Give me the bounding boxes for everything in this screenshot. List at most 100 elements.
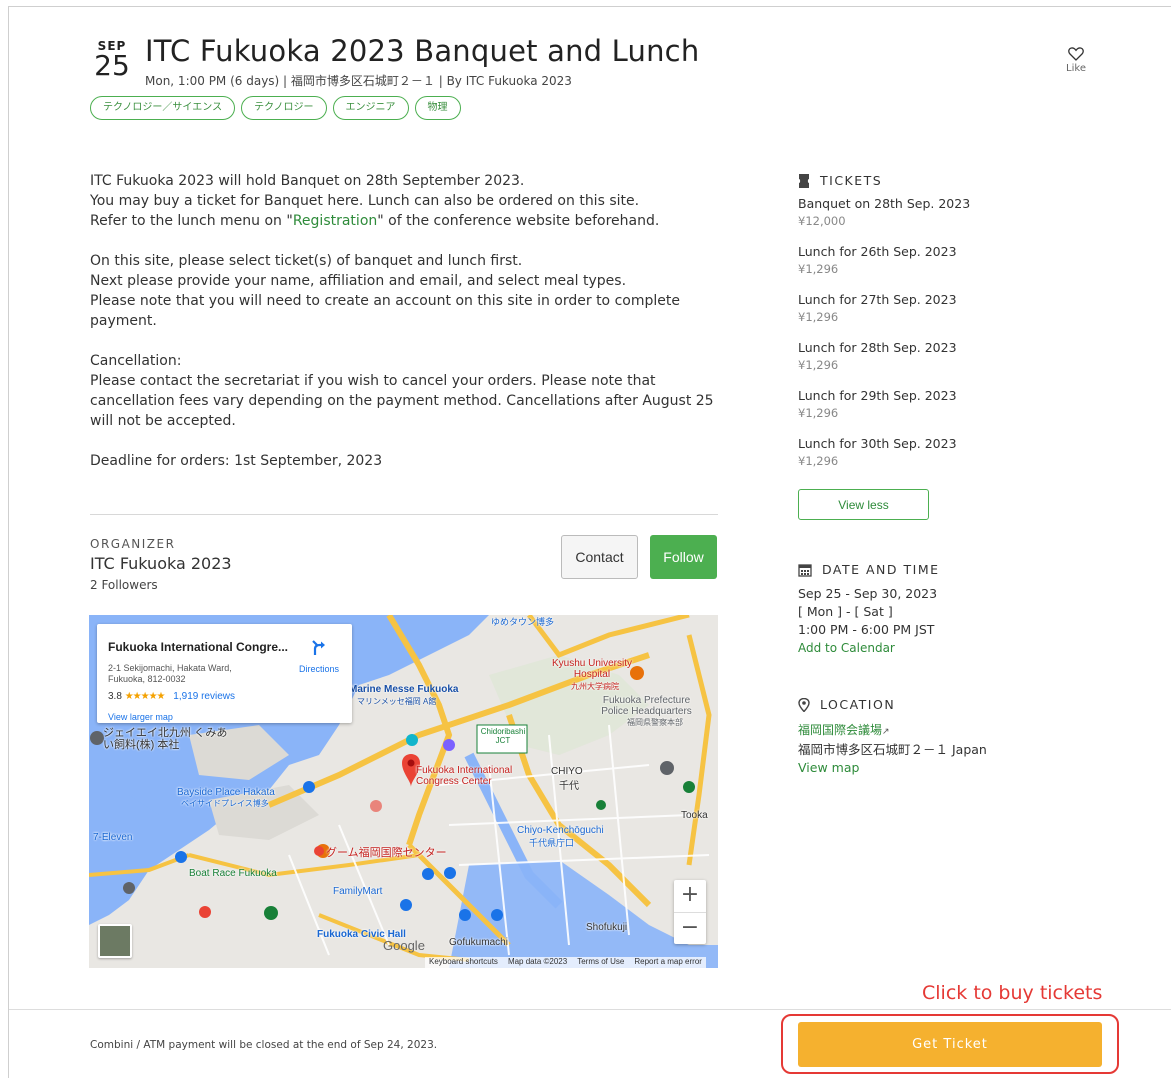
desc-line: Refer to the lunch menu on "	[90, 213, 293, 229]
map-data-text: Map data ©2023	[507, 957, 568, 966]
like-label: Like	[1066, 63, 1086, 74]
directions-icon	[312, 640, 325, 655]
map-label: 千代	[559, 781, 579, 792]
ticket-name: Lunch for 27th Sep. 2023	[798, 292, 957, 307]
map-place-name: Fukuoka International Congre...	[108, 640, 289, 654]
map-zoom-controls: + −	[674, 880, 706, 944]
desc-line: You may buy a ticket for Banquet here. L…	[90, 193, 640, 209]
location-details: 福岡国際会議場↗ 福岡市博多区石城町２－１ Japan View map	[798, 721, 987, 777]
map-label: 九州大学病院	[571, 682, 619, 691]
annotation-text: Click to buy tickets	[922, 982, 1103, 1004]
map-place-card: Fukuoka International Congre... 2-1 Seki…	[97, 624, 352, 723]
map-footer: Keyboard shortcuts Map data ©2023 Terms …	[425, 957, 706, 968]
map-label: Tooka	[681, 810, 708, 821]
map-label: Gofukumachi	[449, 937, 508, 948]
add-to-calendar-link[interactable]: Add to Calendar	[798, 641, 895, 655]
tickets-heading: TICKETS	[798, 173, 882, 188]
map-reviews-link[interactable]: 1,919 reviews	[173, 691, 235, 702]
ticket-price: ¥1,296	[798, 358, 839, 372]
location-heading-label: LOCATION	[820, 697, 896, 712]
zoom-in-button[interactable]: +	[674, 880, 706, 912]
map-label: 7-Eleven	[93, 832, 133, 843]
ticket-item: Lunch for 28th Sep. 2023 ¥1,296	[798, 339, 1038, 373]
location-pin-icon	[798, 697, 810, 712]
footer-divider	[9, 1009, 1171, 1010]
external-link-icon: ↗	[882, 727, 890, 737]
location-heading: LOCATION	[798, 697, 895, 712]
date-badge: SEP 25	[90, 40, 134, 80]
date-day: 25	[94, 49, 130, 82]
organizer-label: ORGANIZER	[90, 537, 176, 551]
ticket-icon	[799, 173, 809, 188]
map-label: Boat Race Fukuoka	[189, 868, 277, 879]
directions-button[interactable]: Directions	[291, 640, 347, 674]
view-map-link[interactable]: View map	[798, 760, 859, 775]
ticket-name: Lunch for 30th Sep. 2023	[798, 436, 957, 451]
map-label: Fukuoka Prefecture Police Headquarters	[601, 695, 692, 717]
google-logo: Google	[383, 938, 425, 953]
tag-list: テクノロジー／サイエンス テクノロジー エンジニア 物理	[90, 96, 461, 120]
desc-line: Please contact the secretariat if you wi…	[90, 373, 714, 429]
day-range: [ Mon ] - [ Sat ]	[798, 604, 893, 619]
ticket-name: Lunch for 26th Sep. 2023	[798, 244, 957, 259]
tickets-heading-label: TICKETS	[820, 173, 883, 188]
desc-line: Please note that you will need to create…	[90, 293, 680, 329]
map-rating: 3.8 ★★★★★ 1,919 reviews	[108, 691, 235, 702]
ticket-item: Banquet on 28th Sep. 2023 ¥12,000	[798, 195, 1038, 229]
ticket-price: ¥12,000	[798, 214, 846, 228]
map-label: Bayside Place Hakata	[177, 787, 275, 798]
embedded-map[interactable]: Marine Messe Fukuoka マリンメッセ福岡 A館 Kyushu …	[89, 615, 718, 968]
heart-icon	[1068, 47, 1084, 61]
get-ticket-button[interactable]: Get Ticket	[798, 1022, 1102, 1067]
ticket-name: Lunch for 29th Sep. 2023	[798, 388, 957, 403]
tag-technology-science[interactable]: テクノロジー／サイエンス	[90, 96, 236, 120]
terms-link[interactable]: Terms of Use	[577, 957, 624, 968]
organizer-name[interactable]: ITC Fukuoka 2023	[90, 554, 232, 573]
map-label: マリンメッセ福岡 A館	[357, 697, 437, 706]
map-label: 千代県庁口	[529, 838, 575, 848]
registration-link[interactable]: Registration	[293, 213, 377, 229]
zoom-out-button[interactable]: −	[674, 913, 706, 945]
ticket-price: ¥1,296	[798, 454, 839, 468]
event-subtitle: Mon, 1:00 PM (6 days) | 福岡市博多区石城町２－１ | B…	[145, 74, 572, 88]
tag-engineer[interactable]: エンジニア	[332, 96, 409, 120]
like-button[interactable]: Like	[1061, 46, 1091, 74]
ticket-item: Lunch for 30th Sep. 2023 ¥1,296	[798, 435, 1038, 469]
directions-label: Directions	[298, 664, 339, 674]
map-label: ジェイエイ北九州 くみあい飼料(株) 本社	[103, 727, 228, 751]
star-icon: ★★★★★	[124, 691, 166, 702]
map-label: CHIYO	[551, 766, 583, 777]
map-label: グーム福岡国際センター	[326, 847, 447, 859]
desc-line: Deadline for orders: 1st September, 2023	[90, 453, 383, 469]
ticket-price: ¥1,296	[798, 262, 839, 276]
map-label: Fukuoka International Congress Center	[416, 765, 513, 787]
map-place-address: 2-1 Sekijomachi, Hakata Ward, Fukuoka, 8…	[108, 663, 232, 684]
payment-note: Combini / ATM payment will be closed at …	[90, 1039, 438, 1051]
organizer-followers: 2 Followers	[90, 578, 158, 592]
map-label: Chidoribashi JCT	[480, 727, 526, 745]
datetime-heading: DATE AND TIME	[798, 562, 940, 577]
divider	[90, 514, 718, 515]
map-rating-value: 3.8	[108, 691, 122, 702]
map-label: Shofukuji	[586, 922, 628, 933]
report-error-link[interactable]: Report a map error	[634, 957, 702, 968]
ticket-price: ¥1,296	[798, 406, 839, 420]
follow-button[interactable]: Follow	[650, 535, 717, 579]
desc-line: On this site, please select ticket(s) of…	[90, 253, 523, 269]
datetime-heading-label: DATE AND TIME	[822, 562, 940, 577]
view-less-button[interactable]: View less	[798, 489, 929, 520]
tag-technology[interactable]: テクノロジー	[241, 96, 327, 120]
map-label: Chiyo-Kenchōguchi	[517, 825, 604, 836]
map-label: 福岡県警察本部	[627, 718, 683, 727]
venue-link[interactable]: 福岡国際会議場	[798, 723, 882, 737]
calendar-icon	[798, 563, 812, 577]
contact-button[interactable]: Contact	[561, 535, 638, 579]
keyboard-shortcuts-link[interactable]: Keyboard shortcuts	[429, 957, 498, 968]
date-range: Sep 25 - Sep 30, 2023	[798, 586, 938, 601]
view-larger-map-link[interactable]: View larger map	[108, 712, 173, 722]
ticket-name: Banquet on 28th Sep. 2023	[798, 196, 971, 211]
tag-physics[interactable]: 物理	[414, 96, 461, 120]
ticket-list: Banquet on 28th Sep. 2023 ¥12,000 Lunch …	[798, 195, 1038, 483]
event-description: ITC Fukuoka 2023 will hold Banquet on 28…	[90, 171, 720, 491]
satellite-toggle[interactable]	[98, 924, 132, 958]
